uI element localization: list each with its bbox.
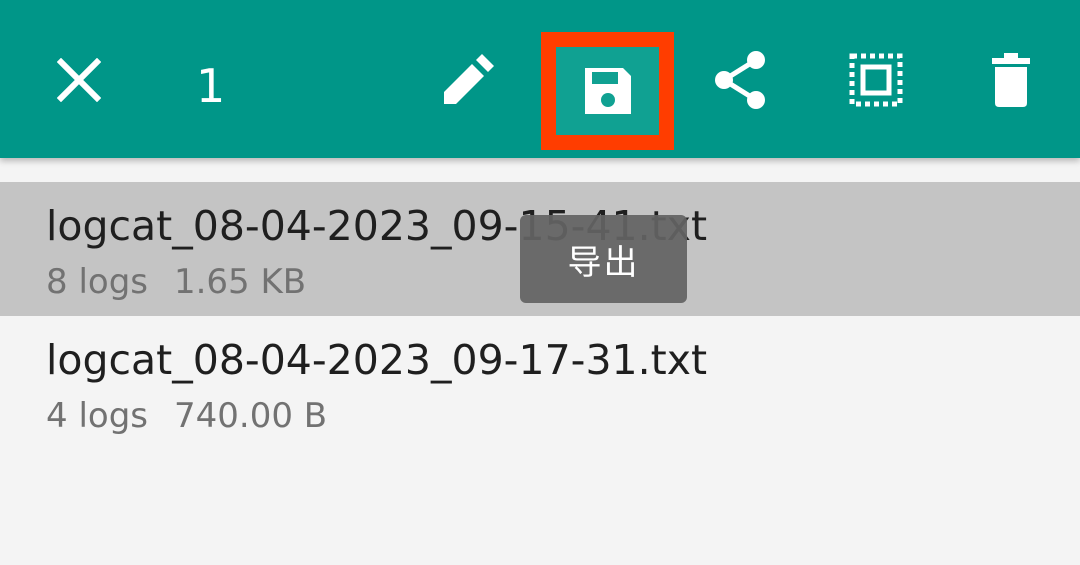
- log-count: 8 logs: [46, 262, 148, 302]
- log-count: 4 logs: [46, 396, 148, 436]
- save-button[interactable]: [541, 32, 674, 150]
- file-size: 740.00 B: [173, 396, 328, 436]
- share-icon: [715, 51, 765, 109]
- file-meta: 8 logs 1.65 KB: [46, 262, 306, 302]
- file-size: 1.65 KB: [173, 262, 307, 302]
- tooltip-toast: 导出: [520, 215, 687, 303]
- pencil-icon: [444, 54, 494, 104]
- list-item[interactable]: logcat_08-04-2023_09-17-31.txt 4 logs 740…: [0, 316, 1080, 450]
- close-icon: [57, 58, 101, 102]
- file-meta: 4 logs 740.00 B: [46, 396, 327, 436]
- action-toolbar: 1: [0, 0, 1080, 158]
- selected-count: 1: [196, 59, 226, 113]
- close-button[interactable]: [29, 30, 129, 130]
- share-button[interactable]: [690, 30, 790, 130]
- delete-button[interactable]: [961, 30, 1061, 130]
- save-icon: [584, 68, 631, 114]
- rename-button[interactable]: [418, 30, 518, 130]
- file-name: logcat_08-04-2023_09-17-31.txt: [46, 336, 708, 384]
- delete-icon: [992, 53, 1030, 107]
- select-all-button[interactable]: [826, 30, 926, 130]
- select-all-icon: [849, 53, 903, 107]
